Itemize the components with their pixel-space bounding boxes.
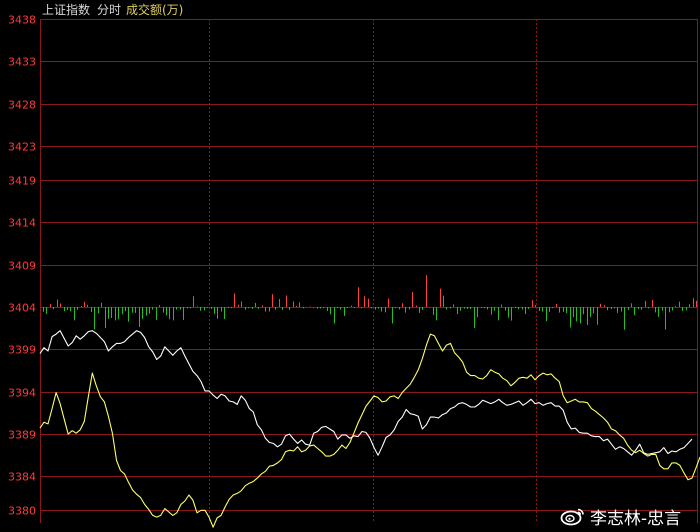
y-tick-label: 3404 [8,302,36,315]
average-price-line [39,333,700,528]
chart-mode-label: 分时 [97,3,122,17]
y-tick-label: 3428 [8,99,36,112]
intraday-chart: 3438 3433 3428 3423 3419 3414 3409 3404 3399 3394… [8,14,700,528]
y-tick-label: 3414 [8,217,36,230]
y-tick-label: 3384 [8,471,36,484]
y-tick-label: 3380 [8,505,36,518]
y-tick-label: 3433 [8,56,36,69]
volume-indicator-label: 成交额(万) [126,3,184,17]
line-layer [39,330,700,528]
watermark-text: 李志林-忠言 [590,508,682,529]
index-name-label: 上证指数 [42,3,91,17]
y-tick-label: 3438 [8,14,36,27]
grid-layer [40,19,698,523]
y-tick-label: 3399 [8,344,36,357]
chart-stage: 3438 3433 3428 3423 3419 3414 3409 3404 3399 3394… [0,0,700,532]
y-tick-label: 3394 [8,387,36,400]
y-tick-label: 3419 [8,175,36,188]
volume-layer [43,275,697,330]
weibo-icon [560,508,584,526]
y-tick-label: 3409 [8,260,36,273]
y-axis-ticks: 3438 3433 3428 3423 3419 3414 3409 3404 3399 3394… [8,14,36,518]
watermark: 李志林-忠言 [560,504,682,529]
y-tick-label: 3389 [8,429,36,442]
y-tick-label: 3423 [8,141,36,154]
